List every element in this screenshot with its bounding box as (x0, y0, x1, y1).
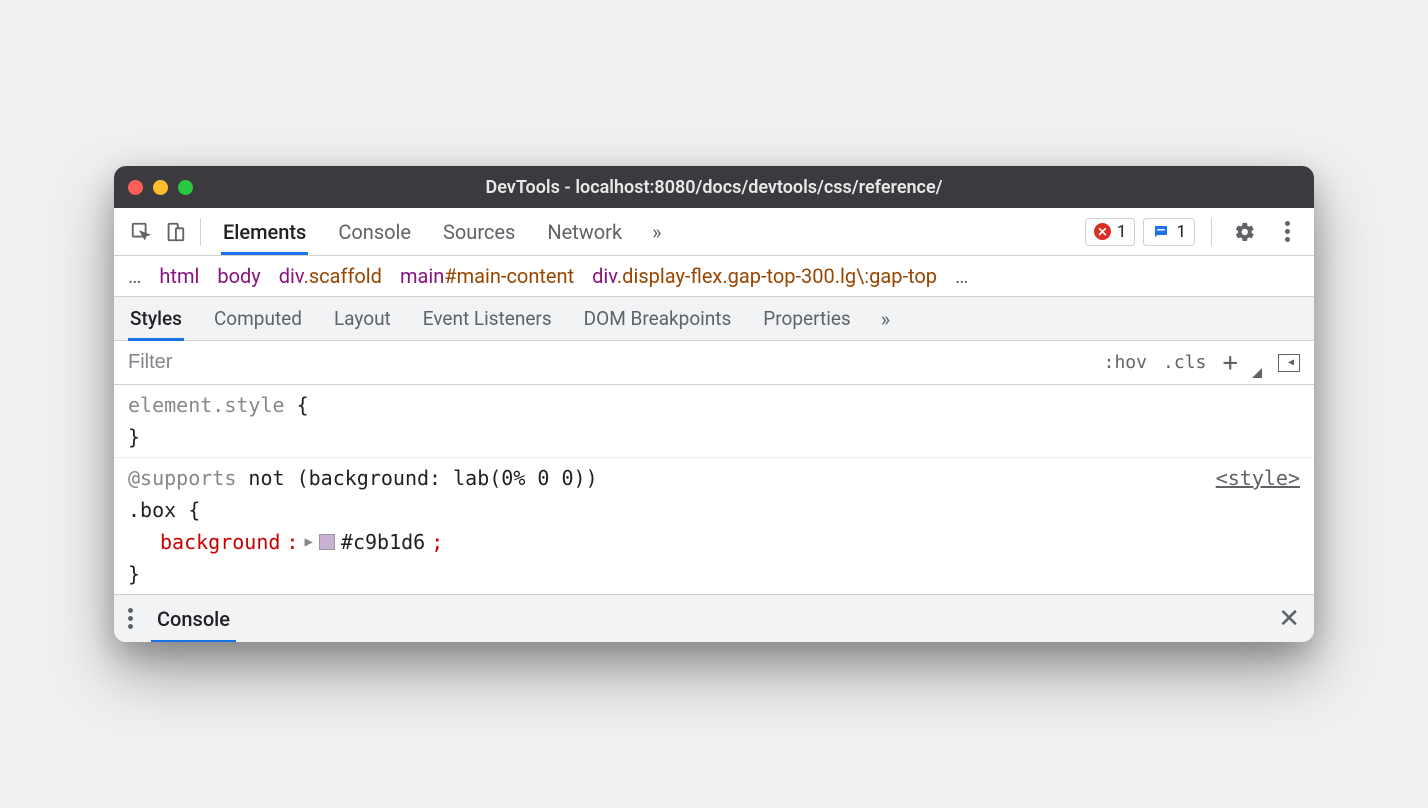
separator (200, 218, 201, 246)
breadcrumb-leading[interactable]: … (128, 264, 141, 288)
message-count: 1 (1176, 222, 1186, 242)
rule-source-link[interactable]: <style> (1216, 462, 1300, 494)
styles-subtabs: Styles Computed Layout Event Listeners D… (114, 297, 1314, 341)
devtools-window: DevTools - localhost:8080/docs/devtools/… (114, 166, 1314, 642)
message-badge[interactable]: 1 (1143, 218, 1195, 246)
inspect-element-icon[interactable] (124, 215, 158, 249)
tabs-overflow-icon[interactable]: » (652, 220, 655, 244)
breadcrumb-item[interactable]: body (217, 264, 260, 288)
drawer-menu-icon[interactable] (128, 608, 133, 629)
subtab-layout[interactable]: Layout (332, 297, 393, 340)
tab-elements[interactable]: Elements (221, 210, 308, 254)
breadcrumb-item[interactable]: div.scaffold (279, 264, 382, 288)
main-toolbar: Elements Console Sources Network » ✕ 1 1 (114, 208, 1314, 256)
breadcrumb: … html body div.scaffold main#main-conte… (114, 256, 1314, 297)
css-property-name[interactable]: background (160, 526, 280, 558)
at-rule: @supports (128, 466, 236, 490)
rule-close: } (128, 558, 1300, 590)
window-title: DevTools - localhost:8080/docs/devtools/… (486, 177, 943, 198)
rule-selector[interactable]: element.style (128, 393, 285, 417)
error-badge[interactable]: ✕ 1 (1085, 218, 1136, 246)
console-drawer: Console ✕ (114, 594, 1314, 642)
styles-filter-bar: :hov .cls + (114, 341, 1314, 385)
device-toggle-icon[interactable] (158, 215, 192, 249)
new-style-rule-button[interactable]: + (1222, 348, 1238, 378)
breadcrumb-item[interactable]: main#main-content (400, 264, 574, 288)
styles-pane: element.style { } <style> @supports not … (114, 385, 1314, 594)
tab-console[interactable]: Console (336, 210, 413, 254)
close-drawer-icon[interactable]: ✕ (1278, 604, 1300, 634)
style-rule[interactable]: <style> @supports not (background: lab(0… (114, 458, 1314, 594)
more-menu-icon[interactable] (1270, 215, 1304, 249)
rule-selector[interactable]: .box (128, 498, 176, 522)
cls-toggle[interactable]: .cls (1163, 352, 1206, 373)
error-icon: ✕ (1094, 223, 1111, 240)
breadcrumb-item[interactable]: div.display-flex.gap-top-300.lg\:gap-top (592, 264, 937, 288)
minimize-window-button[interactable] (153, 180, 168, 195)
subtabs-overflow-icon[interactable]: » (881, 307, 884, 331)
expand-triangle-icon[interactable]: ▶ (304, 531, 312, 553)
titlebar: DevTools - localhost:8080/docs/devtools/… (114, 166, 1314, 208)
breadcrumb-trailing[interactable]: … (955, 264, 968, 288)
subtab-properties[interactable]: Properties (761, 297, 852, 340)
settings-icon[interactable] (1228, 215, 1262, 249)
tab-network[interactable]: Network (545, 210, 624, 254)
styles-filter-input[interactable] (114, 341, 1090, 384)
breadcrumb-item[interactable]: html (159, 264, 199, 288)
main-tabs: Elements Console Sources Network » (221, 210, 1085, 254)
rule-close: } (128, 421, 1300, 453)
separator (1211, 218, 1212, 246)
toggle-sidebar-icon[interactable] (1278, 354, 1300, 372)
subtab-styles[interactable]: Styles (128, 297, 184, 340)
hov-toggle[interactable]: :hov (1104, 352, 1147, 373)
resize-corner-icon (1248, 364, 1262, 378)
drawer-tab-console[interactable]: Console (151, 597, 236, 641)
style-rule[interactable]: element.style { } (114, 385, 1314, 458)
close-window-button[interactable] (128, 180, 143, 195)
traffic-lights (128, 180, 193, 195)
subtab-computed[interactable]: Computed (212, 297, 304, 340)
subtab-event-listeners[interactable]: Event Listeners (421, 297, 554, 340)
filter-controls: :hov .cls + (1090, 348, 1314, 378)
error-count: 1 (1117, 222, 1127, 242)
maximize-window-button[interactable] (178, 180, 193, 195)
tab-sources[interactable]: Sources (441, 210, 517, 254)
css-declaration[interactable]: background: ▶ #c9b1d6; (128, 526, 1300, 558)
toolbar-right: ✕ 1 1 (1085, 215, 1304, 249)
message-icon (1152, 223, 1170, 241)
css-property-value[interactable]: #c9b1d6 (341, 526, 425, 558)
subtab-dom-breakpoints[interactable]: DOM Breakpoints (582, 297, 734, 340)
color-swatch[interactable] (319, 534, 335, 550)
